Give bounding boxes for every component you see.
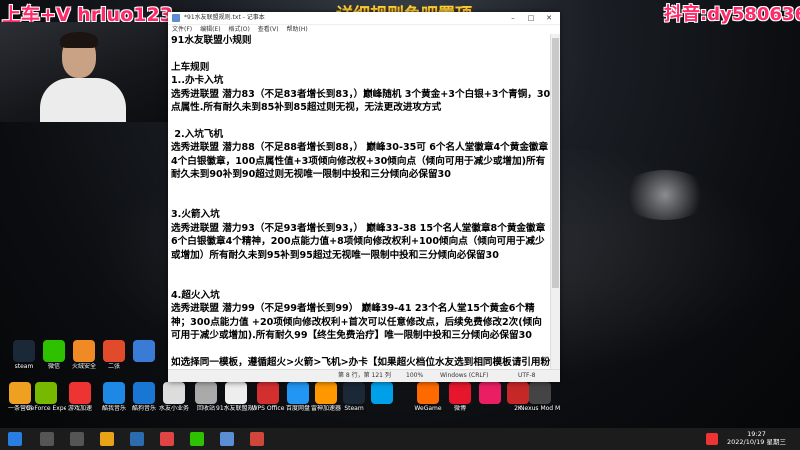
desktop-icon-app[interactable]: [362, 382, 402, 405]
taskbar-app-icon[interactable]: [130, 432, 144, 446]
nexus-icon: [529, 382, 551, 404]
wps-icon: [257, 382, 279, 404]
zoom-level: 100%: [406, 372, 424, 379]
app-icon: [133, 340, 155, 362]
app-icon: [69, 382, 91, 404]
notepad-titlebar[interactable]: *91水友联盟规则.txt - 记事本 – □ ✕: [168, 12, 560, 25]
huorong-icon: [73, 340, 95, 362]
taskbar: 19:27 2022/10/19 星期三: [0, 428, 800, 450]
text-editor-area[interactable]: 91水友联盟小规则 上车规则 1..办卡入坑 选秀进联盟 潜力83（不足83者增…: [168, 34, 554, 370]
cursor-position: 第 8 行，第 121 列: [338, 372, 391, 379]
geforce-icon: [35, 382, 57, 404]
recycle-bin-icon: [195, 382, 217, 404]
text-file-icon: [225, 382, 247, 404]
menu-help[interactable]: 帮助(H): [287, 26, 308, 33]
wechat-taskbar-icon[interactable]: [190, 432, 204, 446]
kugou-icon: [133, 382, 155, 404]
menu-view[interactable]: 查看(V): [258, 26, 279, 33]
windows-start-icon[interactable]: [8, 432, 22, 446]
status-bar: 第 8 行，第 121 列 100% Windows (CRLF) UTF-8: [168, 369, 560, 382]
wegame-icon: [417, 382, 439, 404]
file-explorer-icon[interactable]: [100, 432, 114, 446]
clock-date: 2022/10/19 星期三: [726, 438, 786, 446]
wallpaper-light: [620, 170, 710, 220]
notepad-icon: [172, 14, 180, 22]
scrollbar-thumb[interactable]: [552, 38, 559, 288]
notepad-window[interactable]: *91水友联盟规则.txt - 记事本 – □ ✕ 文件(F) 编辑(E) 格式…: [168, 12, 560, 382]
streamer-body: [40, 78, 126, 122]
notepad-taskbar-icon[interactable]: [220, 432, 234, 446]
vertical-scrollbar[interactable]: [550, 34, 560, 370]
webcam-feed: [0, 22, 170, 122]
search-icon[interactable]: [40, 432, 54, 446]
menu-file[interactable]: 文件(F): [172, 26, 192, 33]
maximize-icon[interactable]: □: [522, 12, 540, 24]
taskbar-app-icon[interactable]: [250, 432, 264, 446]
line-ending: Windows (CRLF): [440, 372, 489, 379]
stream-overlay-douyin: 抖音:dy5806363: [664, 4, 800, 25]
menu-edit[interactable]: 编辑(E): [200, 26, 220, 33]
app-icon: [163, 382, 185, 404]
app-icon: [103, 340, 125, 362]
system-clock[interactable]: 19:27 2022/10/19 星期三: [727, 430, 786, 446]
window-title: *91水友联盟规则.txt - 记事本: [184, 14, 265, 21]
task-view-icon[interactable]: [70, 432, 84, 446]
desktop-icon-nexus[interactable]: Nexus Mod Manager: [520, 382, 560, 412]
kuwo-icon: [103, 382, 125, 404]
taskbar-app-icon[interactable]: [160, 432, 174, 446]
clock-time: 19:27: [747, 430, 766, 438]
desktop-icon-app[interactable]: [124, 340, 164, 363]
encoding: UTF-8: [518, 372, 536, 379]
steam-icon: [13, 340, 35, 362]
streamer-hair: [60, 32, 98, 48]
wechat-icon: [43, 340, 65, 362]
app-icon: [371, 382, 393, 404]
close-icon[interactable]: ✕: [540, 12, 558, 24]
tray-icon[interactable]: [706, 433, 718, 445]
minimize-icon[interactable]: –: [504, 12, 522, 24]
menu-format[interactable]: 格式(O): [228, 26, 249, 33]
weibo-icon: [449, 382, 471, 404]
